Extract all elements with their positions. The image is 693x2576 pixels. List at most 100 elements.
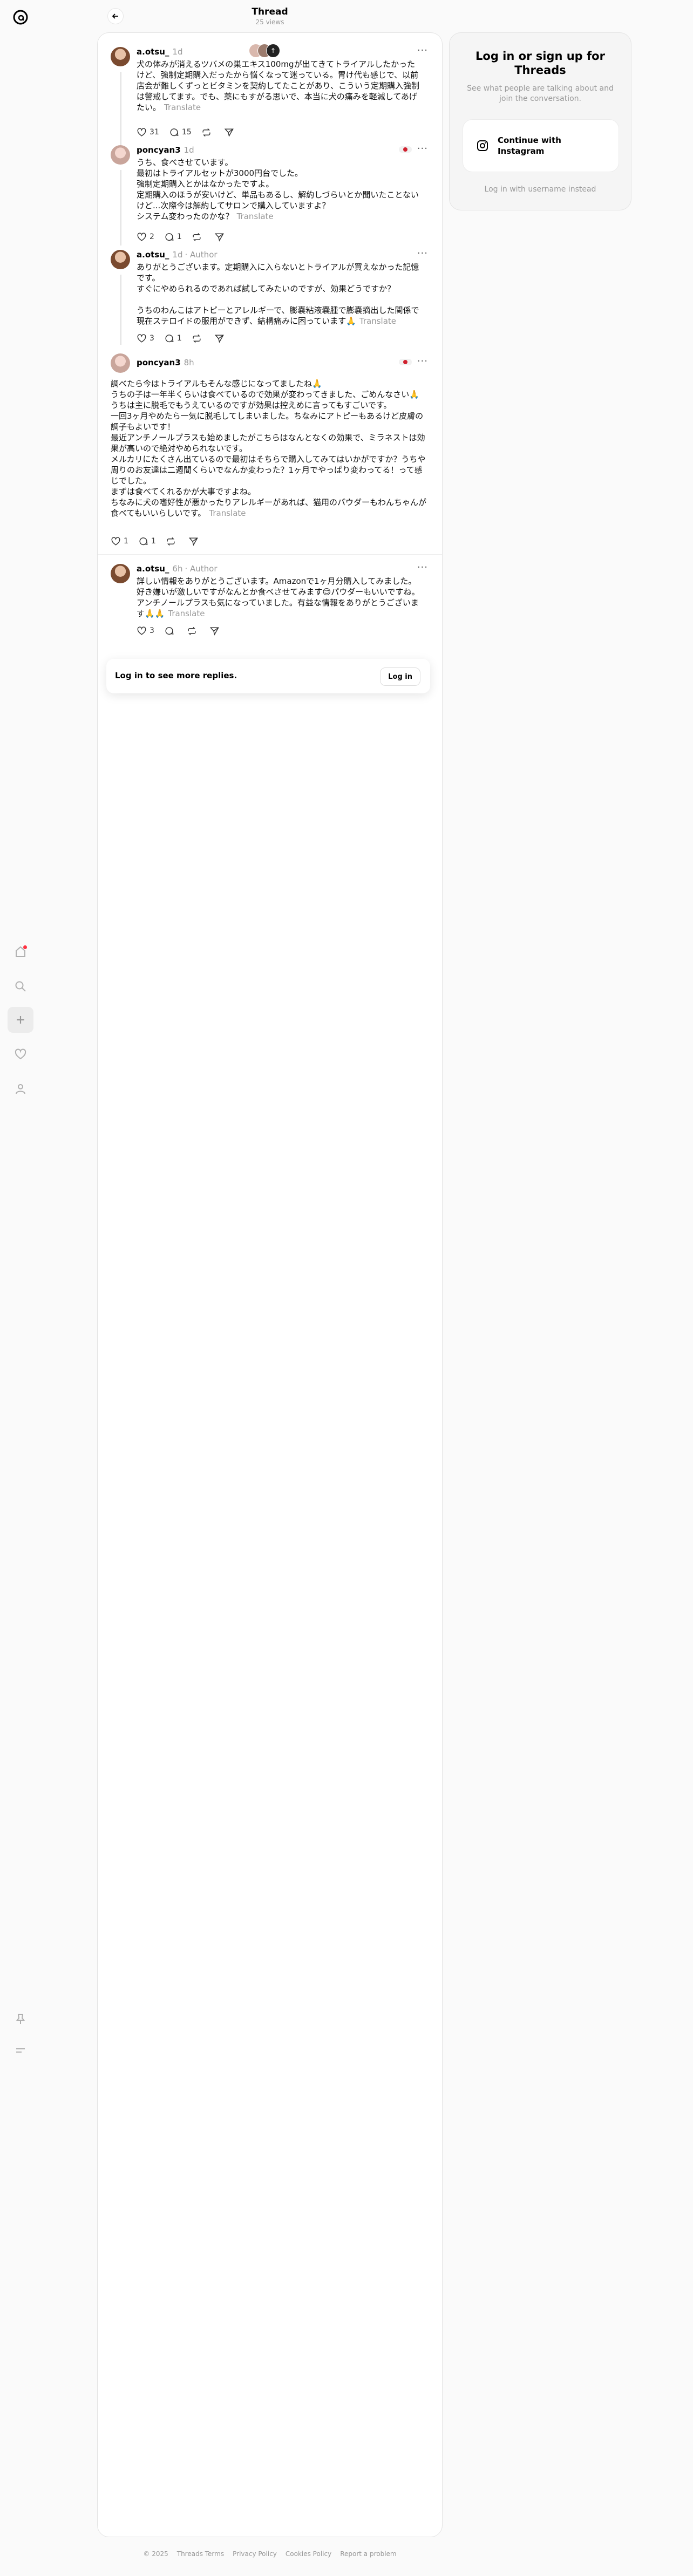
heart-icon	[137, 626, 146, 635]
heart-icon	[15, 1048, 26, 1060]
share-button[interactable]	[209, 626, 222, 636]
username-login-link[interactable]: Log in with username instead	[450, 185, 631, 194]
send-icon	[188, 537, 198, 546]
comment-icon	[165, 626, 174, 635]
translate-link[interactable]: Translate	[209, 508, 246, 518]
flag-icon	[399, 146, 412, 153]
author-badge: · Author	[185, 250, 218, 260]
share-button[interactable]	[214, 232, 227, 242]
nav-activity[interactable]	[8, 1041, 33, 1067]
username[interactable]: poncyan3	[137, 145, 181, 155]
repost-icon	[167, 537, 175, 546]
post-text: 詳しい情報をありがとうございます。Amazonで1ヶ月分購入してみました。好き嫌…	[137, 576, 420, 618]
menu-icon	[16, 2048, 25, 2053]
post-actions: 31 15	[137, 127, 247, 138]
copyright: © 2025	[143, 2550, 168, 2558]
translate-link[interactable]: Translate	[168, 609, 205, 618]
nav-pin[interactable]	[8, 2006, 33, 2032]
comment-icon	[139, 537, 148, 545]
more-options-icon[interactable]: ···	[417, 45, 428, 56]
footer: © 2025 Threads Terms Privacy Policy Cookies…	[97, 2550, 443, 2558]
divider	[98, 554, 442, 555]
threads-logo[interactable]	[11, 8, 30, 27]
nav-home[interactable]	[8, 939, 33, 965]
username[interactable]: a.otsu_	[137, 250, 169, 260]
continue-with-instagram-button[interactable]: Continue with Instagram	[463, 119, 619, 172]
like-button[interactable]: 31	[137, 127, 159, 138]
post-text: うち、食べさせています。 最初はトライアルセットが3000円台でした。 強制定期…	[137, 158, 419, 221]
repost-button[interactable]	[187, 626, 200, 636]
login-prompt-text: Log in to see more replies.	[115, 671, 237, 680]
repost-button[interactable]	[166, 536, 179, 547]
send-icon	[224, 128, 234, 137]
nav-profile[interactable]	[8, 1076, 33, 1102]
repost-button[interactable]	[201, 127, 214, 138]
page-title: Thread	[252, 6, 288, 17]
post-actions: 1 1	[111, 536, 211, 547]
username[interactable]: poncyan3	[137, 358, 181, 367]
more-options-icon[interactable]: ···	[417, 248, 428, 259]
send-icon	[209, 626, 219, 636]
reply-button[interactable]: 15	[169, 127, 192, 138]
translate-link[interactable]: Translate	[359, 316, 396, 326]
reply-button[interactable]: 1	[164, 333, 182, 344]
profile-icon	[16, 1084, 25, 1094]
like-button[interactable]: 3	[137, 626, 154, 636]
share-button[interactable]	[224, 127, 237, 138]
login-button[interactable]: Log in	[380, 667, 420, 686]
reply-button[interactable]: 1	[164, 232, 182, 242]
repost-icon	[193, 233, 201, 241]
privacy-link[interactable]: Privacy Policy	[233, 2550, 277, 2558]
heart-icon	[137, 127, 146, 137]
thread-line	[120, 170, 121, 246]
nav-menu[interactable]	[8, 2037, 33, 2063]
repost-button[interactable]	[192, 333, 205, 344]
repost-icon	[188, 626, 196, 635]
comment-icon	[165, 334, 174, 342]
more-options-icon[interactable]: ···	[417, 143, 428, 154]
username[interactable]: a.otsu_	[137, 47, 169, 57]
reply-button[interactable]: 1	[138, 536, 156, 547]
report-problem-link[interactable]: Report a problem	[340, 2550, 396, 2558]
arrow-up-icon: ↑	[266, 44, 280, 58]
share-button[interactable]	[214, 333, 227, 344]
comment-icon	[165, 233, 174, 241]
avatar[interactable]	[111, 353, 130, 373]
heart-icon	[137, 232, 146, 241]
avatar[interactable]	[111, 47, 130, 66]
share-button[interactable]	[188, 536, 201, 547]
thread-card: ↑ a.otsu_ 1d ··· 犬の体みが消えるツバメの巣エキス100mgが出て…	[97, 32, 443, 2537]
more-options-icon[interactable]: ···	[417, 562, 428, 573]
reply-button[interactable]	[164, 626, 177, 636]
timestamp: 1d	[184, 145, 194, 155]
terms-link[interactable]: Threads Terms	[177, 2550, 224, 2558]
flag-icon	[399, 359, 412, 365]
participants-stack[interactable]: ↑	[249, 44, 292, 58]
username[interactable]: a.otsu_	[137, 564, 169, 574]
translate-link[interactable]: Translate	[237, 212, 274, 221]
post-actions: 2 1	[137, 231, 237, 242]
left-nav-rail	[0, 0, 41, 2576]
like-button[interactable]: 2	[137, 232, 154, 242]
send-icon	[214, 334, 224, 343]
avatar[interactable]	[111, 250, 130, 269]
post-text: 犬の体みが消えるツバメの巣エキス100mgが出てきてトライアルしたかったけど、強…	[137, 59, 419, 112]
timestamp: 6h	[172, 564, 183, 574]
nav-create[interactable]	[8, 1007, 33, 1033]
panel-subtitle: See what people are talking about and jo…	[467, 84, 614, 103]
like-button[interactable]: 3	[137, 333, 154, 344]
like-button[interactable]: 1	[111, 536, 128, 547]
repost-icon	[202, 128, 210, 137]
post-text: ありがとうございます。定期購入に入らないとトライアルが買えなかった記憶です。 す…	[137, 262, 419, 326]
thread-header: Thread 25 views	[97, 0, 443, 32]
repost-button[interactable]	[192, 232, 205, 242]
more-options-icon[interactable]: ···	[417, 356, 428, 367]
translate-link[interactable]: Translate	[164, 103, 201, 112]
avatar[interactable]	[111, 564, 130, 583]
nav-search[interactable]	[8, 973, 33, 999]
heart-icon	[137, 333, 146, 343]
cookies-link[interactable]: Cookies Policy	[286, 2550, 331, 2558]
panel-title: Log in or sign up for Threads	[475, 50, 605, 77]
avatar[interactable]	[111, 145, 130, 165]
notification-dot	[23, 945, 27, 949]
